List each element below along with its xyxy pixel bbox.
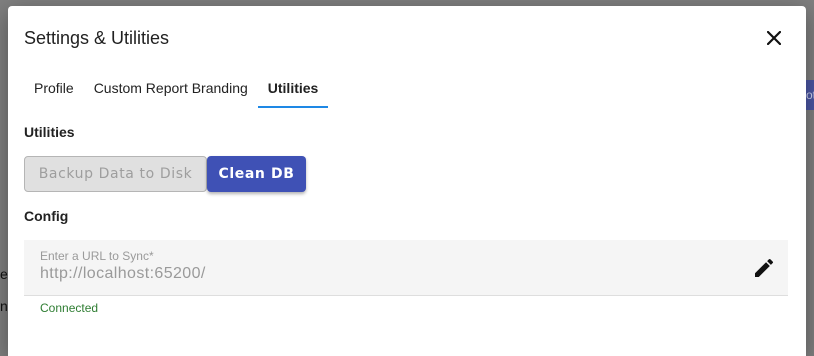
backup-data-button[interactable]: Backup Data to Disk: [24, 156, 207, 192]
pencil-icon: [755, 258, 774, 277]
tab-custom-report-branding[interactable]: Custom Report Branding: [84, 74, 258, 108]
background-text-fragment: e: [0, 266, 8, 282]
settings-dialog: Settings & Utilities Profile Custom Repo…: [8, 6, 806, 356]
sync-url-label: Enter a URL to Sync*: [40, 249, 154, 263]
close-button[interactable]: [764, 28, 784, 48]
sync-url-field: Enter a URL to Sync*: [24, 240, 788, 296]
tab-utilities[interactable]: Utilities: [257, 74, 329, 108]
tab-profile[interactable]: Profile: [24, 74, 84, 108]
config-heading: Config: [24, 208, 69, 224]
utilities-heading: Utilities: [24, 124, 75, 140]
close-icon: [767, 31, 781, 45]
connection-status: Connected: [40, 301, 99, 315]
sync-url-input[interactable]: [40, 265, 720, 283]
background-text-fragment: n: [0, 298, 8, 314]
background-button-fragment: ot: [806, 80, 814, 110]
clean-db-button[interactable]: Clean DB: [207, 156, 306, 192]
tab-bar: Profile Custom Report Branding Utilities: [24, 74, 329, 108]
edit-url-button[interactable]: [752, 256, 776, 280]
dialog-title: Settings & Utilities: [24, 28, 170, 48]
